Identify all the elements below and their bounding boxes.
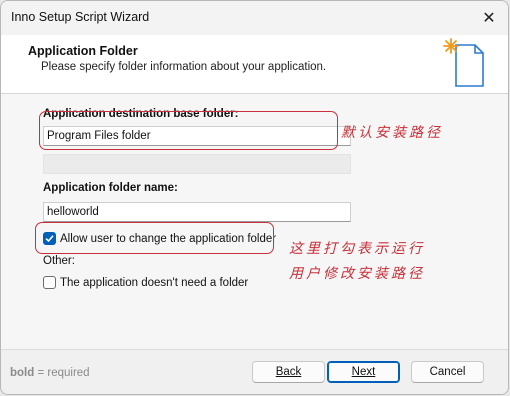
required-note-text: = required bbox=[34, 367, 90, 379]
next-button[interactable]: Next bbox=[327, 361, 400, 383]
no-folder-checkbox[interactable] bbox=[43, 276, 56, 289]
folder-name-label: Application folder name: bbox=[43, 182, 178, 194]
page-title: Application Folder bbox=[28, 44, 138, 58]
no-folder-label: The application doesn't need a folder bbox=[60, 276, 249, 289]
annotation-box-base-folder bbox=[39, 111, 338, 150]
annotation-box-allow-change bbox=[35, 222, 274, 254]
cancel-button-label: Cancel bbox=[429, 366, 466, 378]
cancel-button[interactable]: Cancel bbox=[411, 361, 484, 383]
next-button-label: Next bbox=[351, 366, 376, 378]
back-button-label: Back bbox=[275, 366, 302, 378]
wizard-header: Application Folder Please specify folder… bbox=[1, 35, 508, 93]
back-button[interactable]: Back bbox=[252, 361, 325, 383]
annotation-line-1: 这里打勾表示运行 bbox=[289, 241, 425, 257]
other-label: Other: bbox=[43, 255, 75, 267]
close-icon: ✕ bbox=[482, 10, 496, 27]
annotation-default-path: 默认安装路径 bbox=[341, 125, 443, 141]
required-note-bold: bold bbox=[10, 367, 35, 379]
custom-base-folder-field bbox=[43, 154, 351, 174]
title-bar: Inno Setup Script Wizard ✕ bbox=[1, 1, 508, 35]
close-button[interactable]: ✕ bbox=[478, 7, 500, 29]
no-folder-checkbox-row[interactable]: The application doesn't need a folder bbox=[43, 276, 248, 289]
page-subtitle: Please specify folder information about … bbox=[41, 61, 327, 73]
new-file-icon bbox=[443, 38, 484, 87]
annotation-line-2: 用户修改安装路径 bbox=[289, 266, 425, 282]
required-note: bold = required bbox=[10, 367, 90, 379]
folder-name-input[interactable]: helloworld bbox=[43, 202, 351, 222]
wizard-footer: bold = required Back Next Cancel bbox=[1, 349, 508, 394]
window-title: Inno Setup Script Wizard bbox=[11, 10, 150, 24]
wizard-window: Inno Setup Script Wizard ✕ Application F… bbox=[0, 0, 509, 395]
